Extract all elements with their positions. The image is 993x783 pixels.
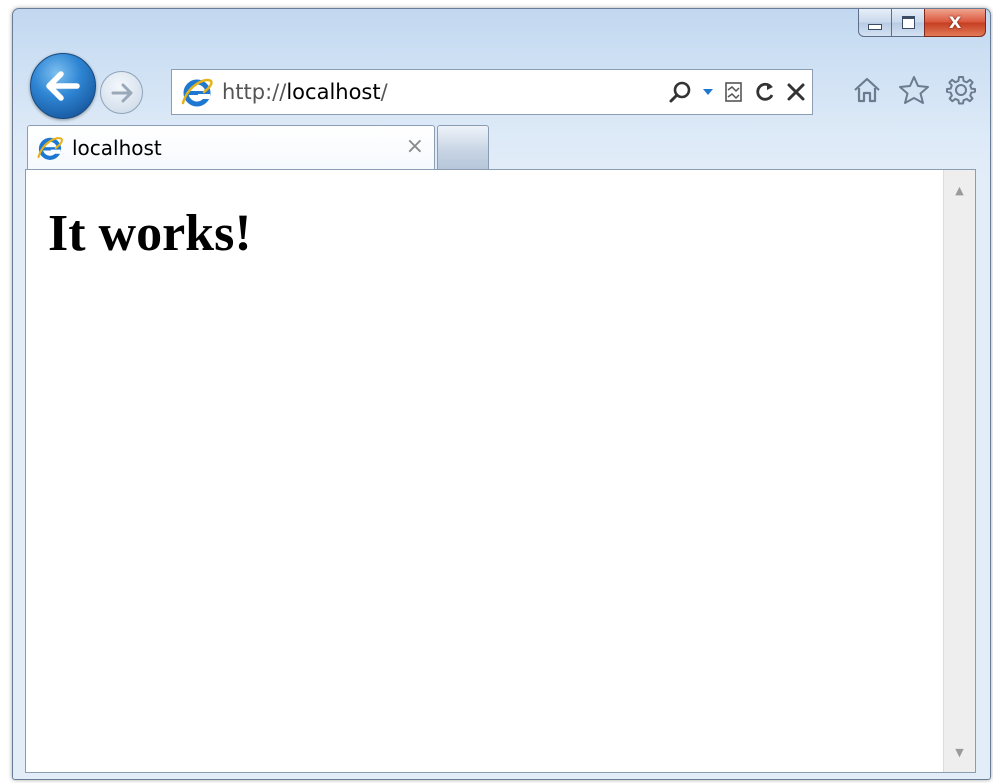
search-button[interactable] [668, 80, 692, 104]
tab-label: localhost [72, 135, 162, 160]
new-tab-button[interactable] [437, 125, 489, 169]
vertical-scrollbar[interactable]: ▲ ▼ [943, 170, 975, 772]
scroll-up-button[interactable]: ▲ [944, 176, 975, 204]
compatibility-view-icon [725, 82, 742, 102]
star-icon [899, 76, 929, 104]
tab-close-button[interactable]: × [406, 134, 424, 159]
internet-explorer-icon [37, 136, 63, 160]
home-button[interactable] [852, 75, 882, 105]
forward-button[interactable] [100, 71, 143, 114]
chevron-up-icon: ▲ [955, 183, 964, 197]
maximize-icon [901, 16, 915, 29]
home-icon [854, 77, 880, 103]
url-path: / [380, 80, 388, 104]
scroll-down-button[interactable]: ▼ [944, 738, 975, 766]
caption-buttons: X [858, 9, 986, 41]
chevron-down-icon: ▼ [955, 745, 964, 759]
close-button[interactable]: X [924, 9, 986, 37]
refresh-icon [756, 82, 774, 101]
address-tools [668, 70, 806, 114]
refresh-button[interactable] [754, 81, 776, 103]
url-text[interactable]: http://localhost/ [222, 80, 388, 104]
compatibility-view-button[interactable] [724, 81, 744, 103]
url-host: localhost [286, 80, 381, 104]
page-content: It works! ▲ ▼ [25, 169, 976, 773]
stop-icon [787, 83, 805, 101]
minimize-button[interactable] [858, 9, 892, 37]
tools-button[interactable] [946, 75, 976, 105]
minimize-icon [868, 23, 882, 30]
tab-localhost[interactable]: localhost × [27, 125, 435, 169]
forward-arrow-icon [111, 83, 132, 102]
maximize-button[interactable] [891, 9, 925, 37]
browser-window: X http://localhost/ localhost × It works… [12, 8, 991, 780]
search-icon [669, 81, 691, 103]
close-icon: X [948, 13, 962, 32]
chevron-down-icon [703, 89, 713, 95]
favorites-button[interactable] [898, 75, 930, 105]
stop-button[interactable] [786, 82, 806, 102]
internet-explorer-icon [181, 78, 213, 107]
url-scheme: http:// [222, 80, 287, 104]
search-dropdown-button[interactable] [702, 87, 714, 97]
page-heading: It works! [48, 205, 252, 262]
back-arrow-icon [46, 71, 80, 101]
command-icons [852, 75, 976, 105]
back-button[interactable] [30, 53, 96, 119]
gear-icon [946, 76, 976, 105]
address-bar[interactable]: http://localhost/ [171, 69, 813, 115]
